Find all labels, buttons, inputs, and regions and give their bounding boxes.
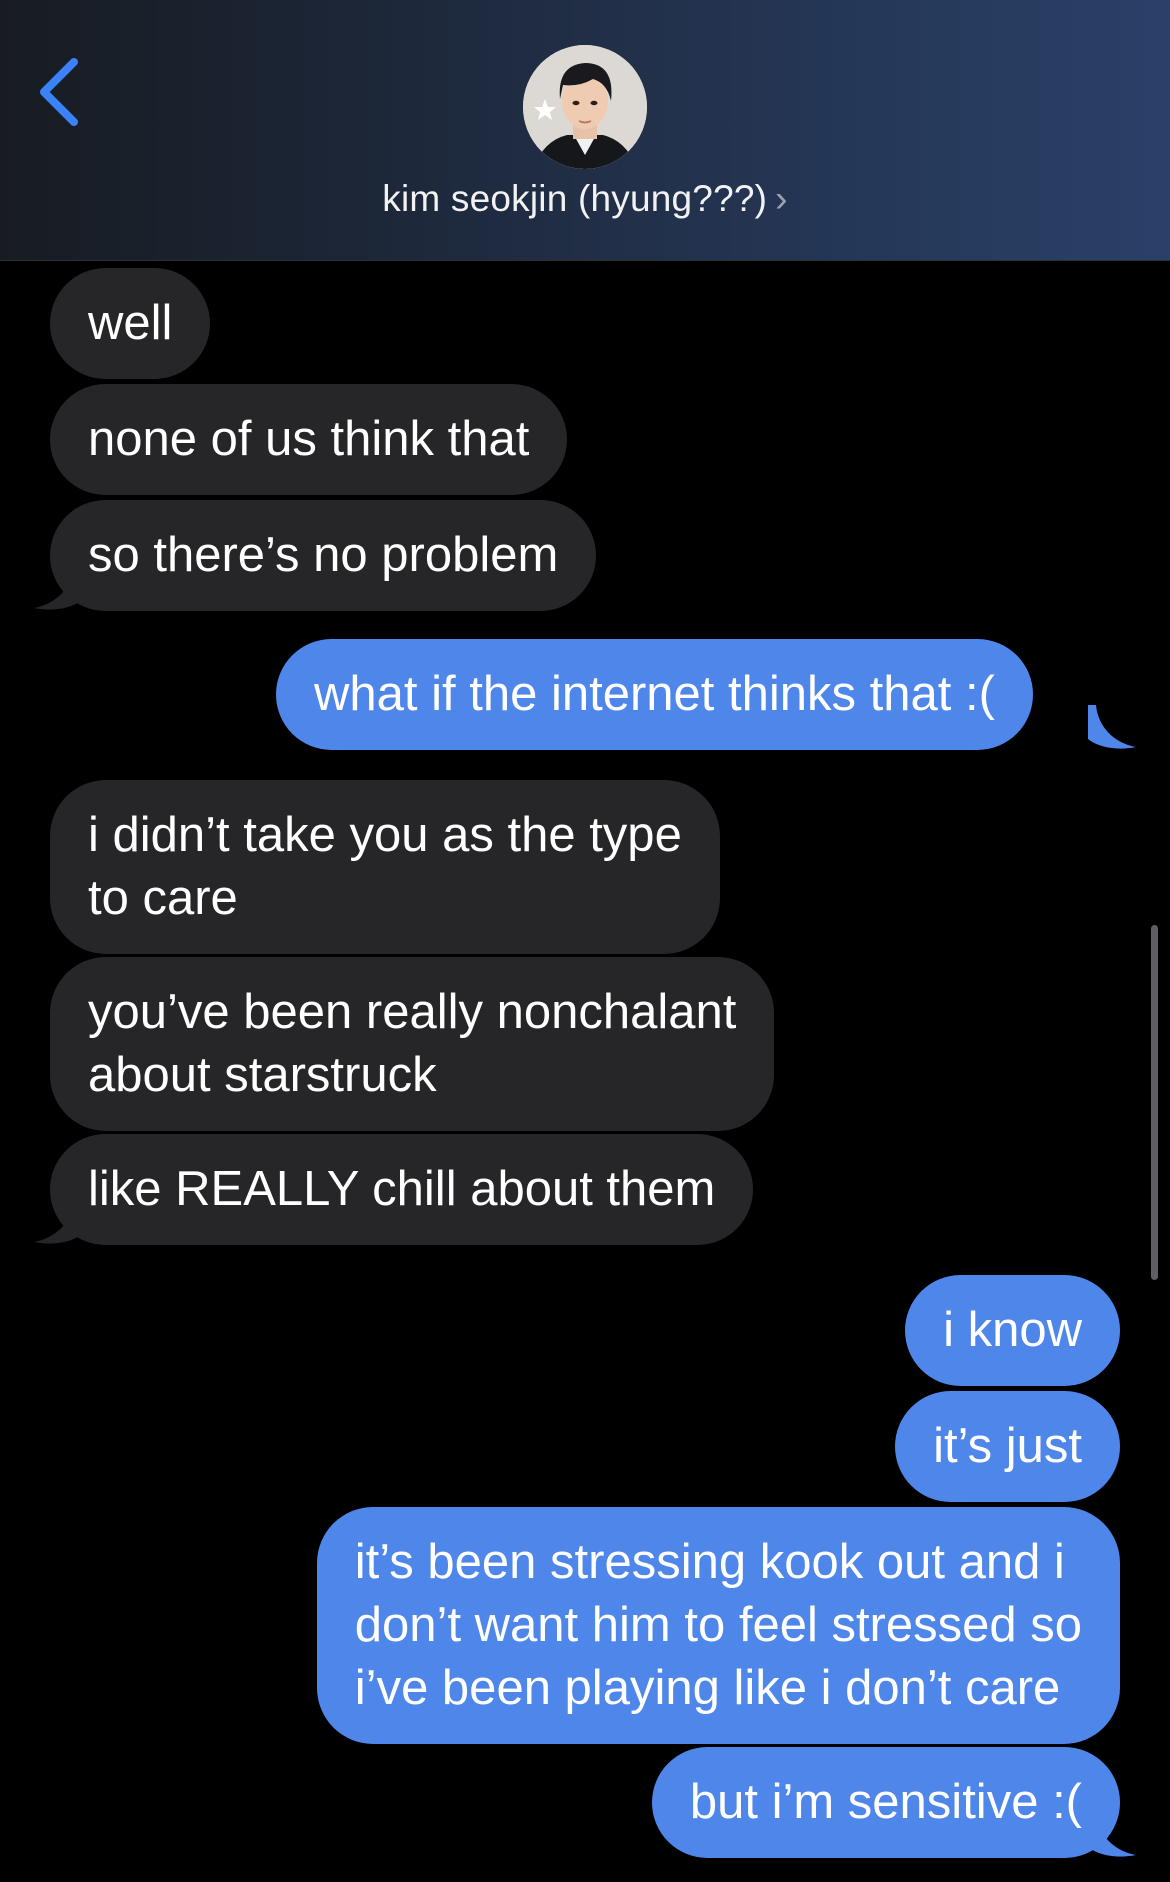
sent-bubble-tail [1088, 705, 1136, 749]
contact-avatar[interactable] [523, 45, 647, 169]
contact-name-button[interactable]: kim seokjin (hyung???) › [0, 178, 1170, 220]
chevron-right-icon: › [775, 178, 788, 219]
received-bubble-tail [34, 566, 82, 610]
avatar-photo [523, 45, 647, 169]
received-message[interactable]: so there’s no problem [50, 500, 597, 611]
sent-message[interactable]: it’s been stressing kook out and i don’t… [316, 1507, 1120, 1744]
received-message[interactable]: you’ve been really nonchalant about star… [50, 957, 775, 1131]
received-message[interactable]: well [50, 268, 211, 379]
sent-message[interactable]: what if the internet thinks that :( [276, 639, 1033, 750]
received-bubble-tail [34, 1200, 82, 1244]
sent-message[interactable]: but i’m sensitive :( [651, 1747, 1120, 1858]
received-message[interactable]: like REALLY chill about them [50, 1134, 754, 1245]
sent-message[interactable]: it’s just [895, 1391, 1120, 1502]
back-chevron-icon[interactable] [30, 52, 90, 132]
received-message[interactable]: i didn’t take you as the type to care [50, 780, 720, 954]
conversation-header: kim seokjin (hyung???) › [0, 0, 1170, 261]
sent-message[interactable]: i know [905, 1275, 1120, 1386]
contact-name: kim seokjin (hyung???) [382, 178, 768, 219]
received-message[interactable]: none of us think that [50, 384, 568, 495]
sent-bubble-tail [1088, 1813, 1136, 1857]
scrollbar[interactable] [1151, 925, 1158, 1280]
